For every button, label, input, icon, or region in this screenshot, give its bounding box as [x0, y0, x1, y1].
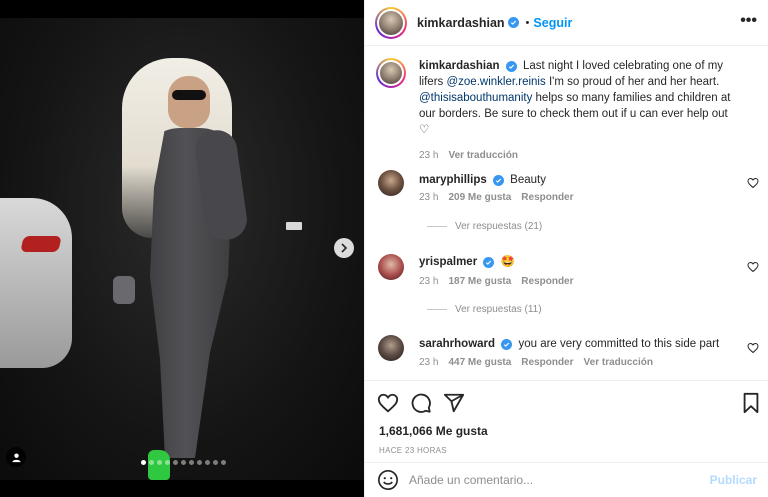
comment-body: 🤩	[500, 256, 515, 268]
replies-divider	[427, 309, 447, 310]
green-boot	[148, 450, 170, 480]
comment-meta: 23 h 187 Me gusta Responder	[419, 276, 574, 287]
post-timestamp: HACE 23 HORAS	[379, 446, 447, 455]
commenter-username[interactable]: yrispalmer	[419, 256, 477, 268]
more-options-icon[interactable]: •••	[740, 12, 757, 30]
share-icon[interactable]	[443, 392, 465, 414]
chevron-right-icon	[341, 243, 348, 253]
like-comment-heart-icon[interactable]	[747, 177, 759, 189]
post-sidebar: kimkardashian • Seguir ••• kimkardashian…	[364, 0, 768, 497]
author-username[interactable]: kimkardashian	[417, 16, 505, 30]
comment-composer: Publicar	[365, 462, 768, 497]
view-replies-label: Ver respuestas (21)	[455, 221, 543, 232]
post-photo[interactable]	[0, 18, 364, 480]
comment-body: Beauty	[510, 174, 546, 186]
commenter-username[interactable]: maryphillips	[419, 174, 487, 186]
like-comment-heart-icon[interactable]	[747, 261, 759, 273]
commenter-avatar[interactable]	[378, 170, 404, 196]
caption-text-2: I'm so proud of her and her heart.	[548, 76, 720, 88]
translate-link[interactable]: Ver traducción	[448, 150, 517, 161]
carousel-dot	[221, 460, 226, 465]
carousel-dot	[157, 460, 162, 465]
comment-icon[interactable]	[410, 392, 432, 414]
carousel-dot	[189, 460, 194, 465]
user-icon	[11, 452, 21, 462]
reply-button[interactable]: Responder	[521, 276, 573, 287]
comment-likes[interactable]: 209 Me gusta	[448, 192, 511, 203]
carousel-indicator	[141, 460, 226, 465]
comment-text: yrispalmer 🤩	[419, 254, 741, 270]
separator-dot: •	[525, 16, 530, 29]
like-comment-heart-icon[interactable]	[747, 342, 759, 354]
comment-likes[interactable]: 447 Me gusta	[448, 357, 511, 368]
commenter-avatar[interactable]	[378, 254, 404, 280]
person-bag	[113, 276, 135, 304]
post-actions-bar	[365, 380, 768, 424]
tagged-users-button[interactable]	[6, 447, 26, 467]
replies-divider	[427, 226, 447, 227]
save-bookmark-icon[interactable]	[740, 392, 762, 414]
publish-button[interactable]: Publicar	[710, 473, 757, 487]
license-plate	[286, 222, 302, 230]
caption-text: kimkardashian Last night I loved celebra…	[419, 58, 741, 138]
verified-badge-icon	[483, 257, 495, 268]
view-replies-button[interactable]: Ver respuestas (11)	[427, 304, 542, 315]
car-shape	[0, 198, 72, 368]
car-taillight	[20, 236, 62, 252]
carousel-dot	[205, 460, 210, 465]
white-heart-emoji: ♡	[419, 124, 430, 136]
comment-likes[interactable]: 187 Me gusta	[448, 276, 511, 287]
comment-time: 23 h	[419, 276, 439, 287]
comment-text: maryphillips Beauty	[419, 172, 741, 188]
carousel-dot	[141, 460, 146, 465]
follow-button[interactable]: Seguir	[533, 16, 572, 30]
view-replies-label: Ver respuestas (11)	[455, 304, 542, 315]
carousel-dot	[213, 460, 218, 465]
verified-badge-icon	[501, 339, 513, 350]
like-heart-icon[interactable]	[377, 392, 399, 414]
verified-badge-icon	[507, 17, 519, 28]
caption-avatar[interactable]	[376, 58, 406, 88]
reply-button[interactable]: Responder	[521, 357, 573, 368]
comment-text: sarahrhoward you are very committed to t…	[419, 336, 741, 352]
likes-count[interactable]: 1,681,066 Me gusta	[379, 424, 488, 438]
reply-button[interactable]: Responder	[521, 192, 573, 203]
mention-link[interactable]: @thisisabouthumanity	[419, 92, 532, 104]
post-media-panel	[0, 0, 364, 497]
emoji-icon[interactable]	[377, 469, 399, 491]
commenter-avatar[interactable]	[378, 335, 404, 361]
carousel-next-button[interactable]	[334, 238, 354, 258]
comment-meta: 23 h 447 Me gusta Responder Ver traducci…	[419, 357, 653, 368]
sunglasses	[172, 90, 206, 100]
caption-username[interactable]: kimkardashian	[419, 60, 500, 72]
carousel-dot	[197, 460, 202, 465]
person-face	[168, 76, 210, 128]
verified-badge-icon	[492, 175, 504, 186]
comment-time: 23 h	[419, 357, 439, 368]
caption-time: 23 h	[419, 150, 439, 161]
comment-body: you are very committed to this side part	[518, 338, 720, 350]
comments-list: kimkardashian Last night I loved celebra…	[365, 46, 768, 380]
carousel-dot	[165, 460, 170, 465]
post-header: kimkardashian • Seguir •••	[365, 0, 768, 46]
mention-link[interactable]: @zoe.winkler.reinis	[446, 76, 545, 88]
comment-meta: 23 h 209 Me gusta Responder	[419, 192, 574, 203]
view-replies-button[interactable]: Ver respuestas (21)	[427, 221, 542, 232]
verified-badge-icon	[505, 61, 517, 72]
carousel-dot	[173, 460, 178, 465]
caption-meta: 23 h Ver traducción	[419, 150, 518, 161]
comment-input[interactable]	[409, 473, 710, 487]
carousel-dot	[149, 460, 154, 465]
carousel-dot	[181, 460, 186, 465]
translate-link[interactable]: Ver traducción	[584, 357, 653, 368]
comment-time: 23 h	[419, 192, 439, 203]
author-avatar[interactable]	[375, 6, 407, 39]
commenter-username[interactable]: sarahrhoward	[419, 338, 495, 350]
